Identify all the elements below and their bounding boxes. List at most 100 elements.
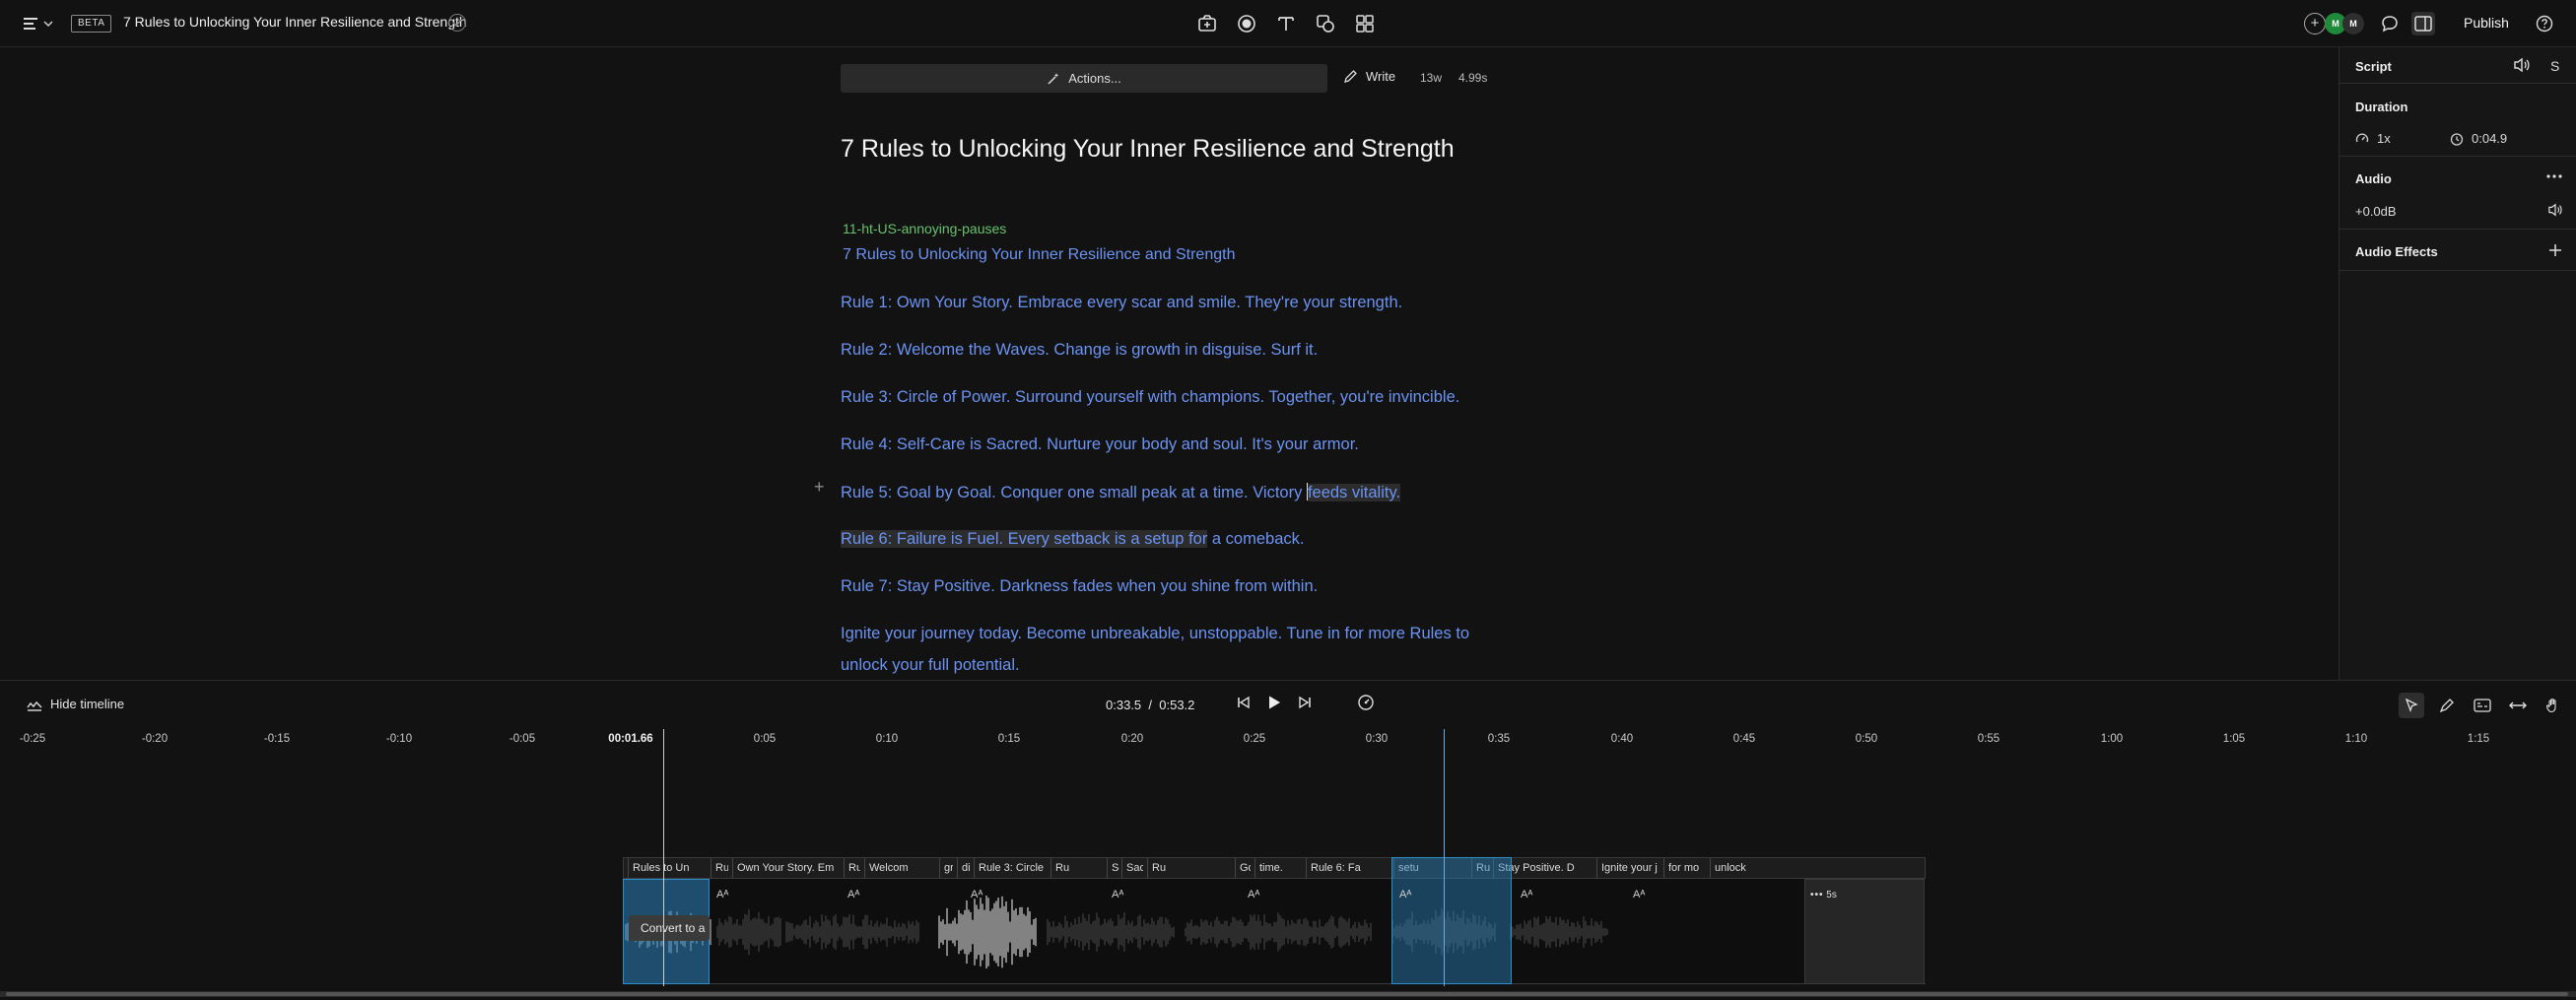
scrollbar-thumb[interactable] xyxy=(6,992,2568,996)
ruler-tick: 0:15 xyxy=(997,733,1021,745)
voice-marker[interactable]: Aᴬ xyxy=(847,889,859,900)
voice-marker[interactable]: Aᴬ xyxy=(1399,889,1411,900)
caption-segment[interactable]: disg xyxy=(957,858,971,878)
document-title[interactable]: 7 Rules to Unlocking Your Inner Resilien… xyxy=(123,14,467,30)
add-effect-icon[interactable] xyxy=(2548,243,2562,257)
caption-segment[interactable]: for mo xyxy=(1663,858,1705,878)
main-menu-button[interactable] xyxy=(24,12,63,35)
caption-segment[interactable]: gr xyxy=(939,858,953,878)
caption-segment[interactable]: Rule 6: Failure xyxy=(1306,858,1361,878)
caption-segment[interactable]: Rules to Un xyxy=(628,858,693,878)
selected-text: Rule 6: Failure is Fuel. Every setback i… xyxy=(841,530,1208,548)
insert-toolbar xyxy=(1195,12,1377,35)
caption-segment[interactable]: Ru xyxy=(1051,858,1103,878)
timeline-ruler[interactable]: -0:25 -0:20 -0:15 -0:10 -0:05 00:01.66 0:05 0:1… xyxy=(0,729,2576,751)
playhead-marker[interactable] xyxy=(1444,729,1445,986)
saved-check-icon xyxy=(448,14,466,32)
select-tool-icon[interactable] xyxy=(2399,693,2424,718)
pencil-icon xyxy=(1344,70,1357,83)
ruler-tick: 0:30 xyxy=(1365,733,1389,745)
caption-segment[interactable]: Rule 3: Circle of Powe xyxy=(974,858,1047,878)
playback-speed-icon[interactable] xyxy=(1357,694,1375,711)
skip-back-icon[interactable] xyxy=(1237,696,1251,709)
grid-icon[interactable] xyxy=(1353,12,1377,35)
caption-segment[interactable]: time. xyxy=(1254,858,1302,878)
script-line[interactable]: Rule 4: Self-Care is Sacred. Nurture you… xyxy=(841,435,1359,454)
convert-button[interactable]: Convert to a xyxy=(629,915,710,941)
script-line[interactable]: Rule 6: Failure is Fuel. Every setback i… xyxy=(841,530,1304,549)
script-line[interactable]: Rule 1: Own Your Story. Embrace every sc… xyxy=(841,294,1402,312)
tab-s[interactable]: S xyxy=(2550,58,2559,74)
voice-marker[interactable]: Aᴬ xyxy=(1112,889,1123,900)
voice-marker[interactable]: Aᴬ xyxy=(1521,889,1532,900)
gap-label[interactable]: ••• 5s xyxy=(1810,890,1837,900)
caption-segment[interactable]: Ru xyxy=(711,858,728,878)
caption-segment[interactable]: Own Your Story. Em xyxy=(732,858,837,878)
beta-badge: BETA xyxy=(71,15,112,33)
publish-button[interactable]: Publish xyxy=(2464,15,2509,31)
script-line[interactable]: Rule 5: Goal by Goal. Conquer one small … xyxy=(841,483,1401,502)
timeline-tracks: Rules to UnRuOwn Your Story. EmRuWelcomg… xyxy=(0,729,2576,992)
voice-marker[interactable]: Aᴬ xyxy=(1633,889,1645,900)
ruler-tick: 0:55 xyxy=(1977,733,2000,745)
skip-forward-icon[interactable] xyxy=(1298,696,1312,709)
actions-label: Actions... xyxy=(1068,71,1121,86)
voice-marker[interactable]: Aᴬ xyxy=(971,889,983,900)
speaker-label[interactable]: 11-ht-US-annoying-pauses xyxy=(843,221,1006,236)
ruler-tick: -0:25 xyxy=(19,733,46,745)
add-media-icon[interactable] xyxy=(1195,12,1219,35)
hand-tool-icon[interactable] xyxy=(2541,693,2566,718)
script-line[interactable]: 7 Rules to Unlocking Your Inner Resilien… xyxy=(843,246,1235,264)
selected-text: feeds vitality. xyxy=(1307,484,1401,501)
help-icon[interactable] xyxy=(2533,12,2556,35)
script-line[interactable]: Rule 7: Stay Positive. Darkness fades wh… xyxy=(841,577,1318,596)
playhead[interactable] xyxy=(663,729,664,986)
caption-segment[interactable]: Sacred. Nurture xyxy=(1121,858,1143,878)
caption-segment[interactable]: Ignite your journ xyxy=(1596,858,1658,878)
blade-tool-icon[interactable] xyxy=(2434,693,2460,718)
caption-segment[interactable]: unlock xyxy=(1710,858,1803,878)
voice-marker[interactable]: Aᴬ xyxy=(1248,889,1259,900)
time-value[interactable]: 0:04.9 xyxy=(2472,131,2507,146)
gap-duration: 5s xyxy=(1826,890,1837,900)
record-icon[interactable] xyxy=(1235,12,1258,35)
speed-value[interactable]: 1x xyxy=(2377,131,2391,146)
avatar[interactable]: M xyxy=(2342,13,2364,34)
speaker-icon[interactable] xyxy=(2547,203,2563,217)
hide-timeline-label: Hide timeline xyxy=(50,697,125,711)
script-line[interactable]: Rule 3: Circle of Power. Surround yourse… xyxy=(841,388,1459,407)
volume-icon[interactable] xyxy=(2513,57,2531,73)
comment-icon[interactable] xyxy=(2378,12,2402,35)
ruler-tick: 1:00 xyxy=(2100,733,2124,745)
voice-marker[interactable]: Aᴬ xyxy=(716,889,728,900)
write-button[interactable]: Write xyxy=(1343,69,1395,84)
caption-segment[interactable]: Welcom xyxy=(864,858,935,878)
panel-toggle-icon[interactable] xyxy=(2411,12,2435,35)
script-line[interactable]: Rule 2: Welcome the Waves. Change is gro… xyxy=(841,341,1318,360)
hide-timeline-button[interactable]: Hide timeline xyxy=(27,697,124,711)
caption-segment[interactable]: Ru xyxy=(1147,858,1230,878)
ruler-tick: 0:40 xyxy=(1610,733,1634,745)
script-title[interactable]: 7 Rules to Unlocking Your Inner Resilien… xyxy=(841,135,1455,164)
volume-value[interactable]: +0.0dB xyxy=(2355,204,2397,219)
caption-segment[interactable]: Ru xyxy=(844,858,860,878)
script-line[interactable]: unlock your full potential. xyxy=(841,656,1020,675)
script-line[interactable]: Ignite your journey today. Become unbrea… xyxy=(841,625,1469,643)
audio-track[interactable] xyxy=(623,879,1926,984)
more-options-icon[interactable] xyxy=(2546,173,2562,179)
magic-wand-icon xyxy=(1048,72,1059,85)
tab-script[interactable]: Script xyxy=(2355,59,2392,74)
invite-button[interactable]: + xyxy=(2304,13,2326,34)
selected-clip[interactable] xyxy=(1391,857,1512,984)
captions-icon[interactable] xyxy=(2470,693,2495,718)
text-icon[interactable] xyxy=(1274,12,1298,35)
caption-track[interactable]: Rules to UnRuOwn Your Story. EmRuWelcomg… xyxy=(623,857,1926,879)
add-line-icon[interactable]: + xyxy=(814,477,825,498)
play-icon[interactable] xyxy=(1266,695,1282,710)
fit-width-icon[interactable] xyxy=(2505,693,2531,718)
caption-segment[interactable]: Goal. Con xyxy=(1235,858,1251,878)
caption-segment[interactable]: Se xyxy=(1107,858,1119,878)
shapes-icon[interactable] xyxy=(1314,12,1337,35)
ruler-tick: 1:10 xyxy=(2344,733,2368,745)
actions-button[interactable]: Actions... xyxy=(841,64,1327,93)
